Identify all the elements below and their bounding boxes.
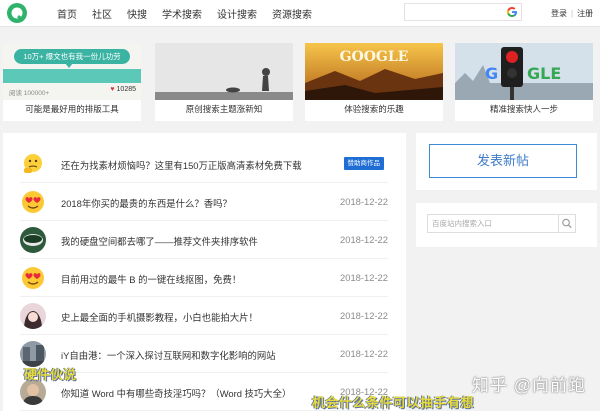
card-caption: 原创搜索主题涨新知 (185, 104, 263, 114)
sponsor-badge: 赞助商作品 (343, 157, 384, 170)
post-title[interactable]: 还在为找素材烦恼吗？这里有150万正版高清素材免费下载 (61, 158, 302, 172)
site-logo-icon[interactable] (5, 2, 29, 24)
post-row[interactable]: 史上最全面的手机摄影教程，小白也能拍大片！ 2018-12-22 (20, 297, 388, 335)
zhihu-watermark: 知乎 @向前跑 (472, 376, 586, 395)
post-title[interactable]: iY自由港：一个深入探讨互联网和数字化影响的网站 (61, 348, 276, 362)
search-icon[interactable] (558, 215, 575, 232)
post-title[interactable]: 我的硬盘空间都去哪了——推荐文件夹排序软件 (61, 234, 258, 248)
post-date: 2018-12-22 (340, 234, 388, 245)
thinking-emoji-icon (24, 154, 42, 173)
card-image: GOOGLE (305, 43, 443, 100)
nav-design-search[interactable]: 设计搜索 (217, 6, 257, 21)
post-title[interactable]: 史上最全面的手机摄影教程，小白也能拍大片！ (61, 310, 258, 324)
auth-separator: | (571, 9, 574, 18)
banner-cards: 10万+ 爆文也有我一份儿功劳 阅读 100000+ ♥ 10285 可能是最好… (3, 43, 597, 121)
card-bubble: 10万+ 爆文也有我一份儿功劳 (14, 49, 130, 64)
register-link[interactable]: 注册 (577, 8, 593, 19)
google-doodle-text: GOOGLE (340, 49, 409, 65)
overlay-subtitle: 机会什么条件可以抽手有想 (312, 395, 475, 410)
nav-community[interactable]: 社区 (92, 6, 112, 21)
post-title[interactable]: 2018年你买的最贵的东西是什么？香吗？ (61, 196, 232, 210)
top-bar: 首页 社区 快搜 学术搜索 设计搜索 资源搜索 登录 | 注册 (0, 0, 600, 27)
heart-eyes-emoji-icon (22, 191, 44, 213)
post-date: 2018-12-22 (340, 348, 388, 359)
sidebar-post-panel: 发表新帖 (416, 133, 597, 190)
card-search-fun[interactable]: GOOGLE 体验搜索的乐趣 (305, 43, 443, 121)
post-row[interactable]: 我的硬盘空间都去哪了——推荐文件夹排序软件 2018-12-22 (20, 221, 388, 259)
post-title[interactable]: 你知道 Word 中有哪些奇技淫巧吗？（Word 技巧大全） (61, 386, 291, 400)
google-icon[interactable] (506, 6, 518, 18)
card-image (155, 43, 293, 100)
card-ribbon (3, 69, 141, 83)
card-typesetting-tool[interactable]: 10万+ 爆文也有我一份儿功劳 阅读 100000+ ♥ 10285 可能是最好… (3, 43, 141, 121)
card-original-search[interactable]: 原创搜索主题涨新知 (155, 43, 293, 121)
card-caption: 可能是最好用的排版工具 (25, 104, 119, 114)
nav-home[interactable]: 首页 (57, 6, 77, 21)
card-caption: 精准搜索快人一步 (489, 104, 558, 114)
overlay-title: 硬件伙说 (24, 367, 77, 382)
like-count-value: 10285 (116, 86, 136, 93)
bubble-tail (65, 63, 73, 68)
svg-text:G: G (485, 64, 498, 83)
card-precise-search[interactable]: G GLE 精准搜索快人一步 (455, 43, 593, 121)
nav-quick-search[interactable]: 快搜 (127, 6, 147, 21)
post-date: 2018-12-22 (340, 272, 388, 283)
svg-text:GLE: GLE (527, 64, 561, 83)
site-search-input[interactable]: 百度站内搜索入口 (427, 214, 576, 233)
nav-resource-search[interactable]: 资源搜索 (272, 6, 312, 21)
post-title[interactable]: 目前用过的最牛 B 的一键在线抠图，免费！ (61, 272, 241, 286)
card-image: 10万+ 爆文也有我一份儿功劳 阅读 100000+ ♥ 10285 (3, 43, 141, 100)
post-date: 2018-12-22 (340, 310, 388, 321)
auth-links: 登录 | 注册 (551, 0, 593, 27)
new-post-button[interactable]: 发表新帖 (429, 144, 577, 178)
post-row[interactable]: 目前用过的最牛 B 的一键在线抠图，免费！ 2018-12-22 (20, 259, 388, 297)
post-date: 2018-12-22 (340, 196, 388, 207)
post-row[interactable]: 还在为找素材烦恼吗？这里有150万正版高清素材免费下载 赞助商作品 (20, 145, 388, 183)
like-icon: ♥ (110, 86, 115, 93)
like-count: ♥ 10285 (110, 86, 136, 93)
nav-academic-search[interactable]: 学术搜索 (162, 6, 202, 21)
header-search-input[interactable] (404, 3, 522, 21)
card-image: G GLE (455, 43, 593, 100)
read-count: 阅读 100000+ (9, 90, 50, 97)
disk-avatar-icon (20, 227, 46, 253)
girl-avatar-icon (20, 303, 46, 329)
login-link[interactable]: 登录 (551, 8, 567, 19)
main-nav: 首页 社区 快搜 学术搜索 设计搜索 资源搜索 (57, 0, 327, 27)
heart-eyes-emoji-icon (22, 267, 44, 289)
site-search-placeholder: 百度站内搜索入口 (432, 219, 492, 228)
post-row[interactable]: 2018年你买的最贵的东西是什么？香吗？ 2018-12-22 (20, 183, 388, 221)
card-caption: 体验搜索的乐趣 (344, 104, 404, 114)
sidebar-search-panel: 百度站内搜索入口 (416, 203, 597, 247)
